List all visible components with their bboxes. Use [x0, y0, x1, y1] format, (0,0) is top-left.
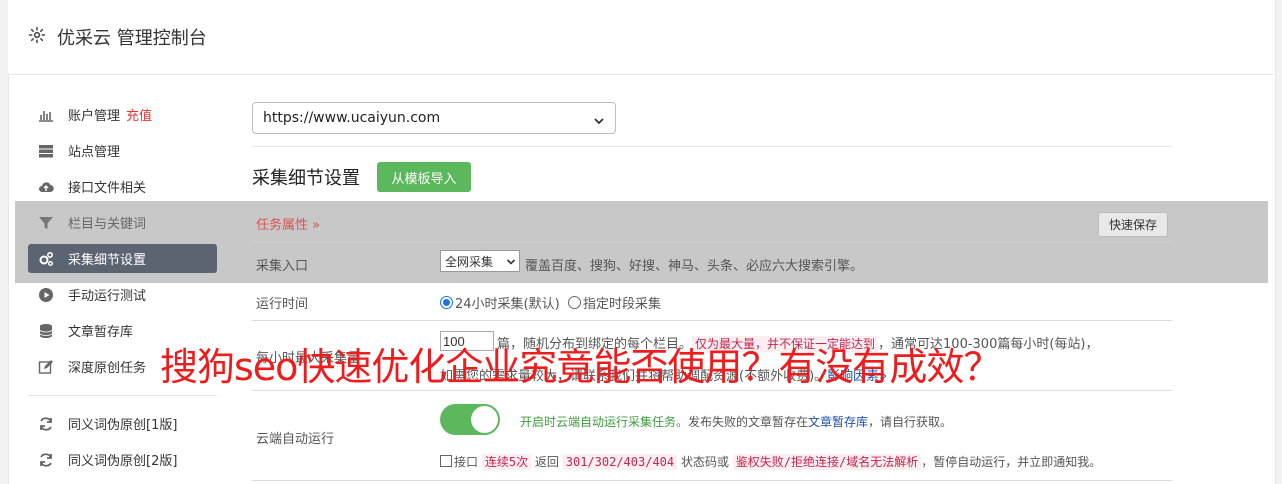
- sidebar-item-columns-keywords[interactable]: 栏目与关键词: [28, 208, 217, 237]
- rule-text: 返回: [534, 455, 559, 469]
- sidebar-item-label: 同义词伪原创[1版]: [68, 418, 178, 433]
- play-circle-icon: [38, 287, 54, 303]
- code-tag: 鉴权失败/拒绝连接/域名无法解析: [732, 454, 922, 470]
- entry-select[interactable]: 全网采集: [440, 250, 520, 272]
- site-select-value: https://www.ucaiyun.com: [263, 110, 441, 126]
- refresh-icon: [38, 452, 54, 468]
- cloud-upload-icon: [38, 179, 54, 195]
- code-tag: 301/302/403/404: [562, 454, 678, 470]
- import-template-button[interactable]: 从模板导入: [377, 162, 471, 192]
- sidebar-item-label: 文章暂存库: [68, 325, 134, 340]
- sidebar-item-interface-files[interactable]: 接口文件相关: [28, 172, 217, 201]
- database-icon: [38, 323, 54, 339]
- toggle-knob: [471, 406, 498, 433]
- entry-label: 采集入口: [256, 259, 309, 274]
- sidebar-item-label: 账户管理: [68, 109, 121, 124]
- sidebar-item-label: 栏目与关键词: [68, 217, 147, 232]
- divider: [252, 146, 1172, 147]
- cloud-on-text-b: 发布失败的文章暂存在: [688, 415, 809, 429]
- page-title: 优采云 管理控制台: [57, 28, 207, 49]
- cloud-on-text: 开启时云端自动运行采集任务。: [520, 415, 689, 429]
- cogs-icon: [38, 251, 54, 267]
- sidebar-item-label: 深度原创任务: [68, 361, 147, 376]
- article-store-link[interactable]: 文章暂存库: [808, 415, 868, 429]
- bar-chart-icon: [38, 107, 54, 123]
- page-header: 优采云 管理控制台: [8, 0, 1274, 75]
- runtime-options: 24小时采集(默认) 指定时段采集: [440, 293, 661, 312]
- interface-checkbox-label: 接口: [454, 455, 479, 469]
- sidebar-item-manual-run[interactable]: 手动运行测试: [28, 280, 217, 309]
- sidebar-item-label: 站点管理: [68, 145, 121, 160]
- section-title: 采集细节设置: [252, 168, 360, 189]
- task-attributes-toggle[interactable]: 任务属性 »: [256, 214, 320, 233]
- site-select[interactable]: https://www.ucaiyun.com: [252, 102, 616, 134]
- interface-checkbox[interactable]: [440, 455, 452, 467]
- chevron-down-icon: [506, 256, 516, 266]
- filter-icon: [38, 215, 54, 231]
- sidebar-item-synonym-v1[interactable]: 同义词伪原创[1版]: [28, 409, 217, 438]
- sidebar-item-account[interactable]: 账户管理 充值: [28, 100, 217, 129]
- sidebar-item-collect-settings[interactable]: 采集细节设置: [28, 244, 217, 273]
- cloud-on-text-c: ，请自行获取。: [868, 415, 953, 429]
- refresh-icon: [38, 416, 54, 432]
- runtime-label: 运行时间: [256, 297, 309, 312]
- code-tag: 连续5次: [481, 454, 532, 470]
- row-divider: [252, 320, 1172, 321]
- rule-tail: ，暂停自动运行，并立即通知我。: [921, 455, 1102, 469]
- entry-description: 覆盖百度、搜狗、好搜、神马、头条、必应六大搜索引擎。: [525, 259, 864, 274]
- cloud-on-description: 开启时云端自动运行采集任务。发布失败的文章暂存在文章暂存库，请自行获取。: [520, 413, 952, 430]
- cloud-label: 云端自动运行: [256, 432, 335, 447]
- chevron-down-icon: [593, 112, 605, 125]
- sidebar-item-label: 采集细节设置: [68, 253, 147, 268]
- sidebar-item-label: 接口文件相关: [68, 181, 147, 196]
- sidebar-divider: [28, 395, 217, 396]
- server-icon: [38, 143, 54, 159]
- runtime-24h-radio[interactable]: [440, 296, 453, 309]
- rule-text: 状态码或: [680, 455, 729, 469]
- overlay-headline: 搜狗seo快速优化企业究竟能否使用？有没有成效？: [160, 345, 1001, 389]
- edit-icon: [38, 359, 54, 375]
- runtime-scheduled-radio[interactable]: [567, 296, 581, 309]
- row-divider: [252, 242, 1172, 243]
- sidebar-item-sites[interactable]: 站点管理: [28, 136, 217, 165]
- entry-select-value: 全网采集: [445, 254, 494, 269]
- sidebar-item-label: 手动运行测试: [68, 289, 147, 304]
- sidebar-item-label: 同义词伪原创[2版]: [68, 454, 178, 469]
- cloud-pause-rule: 接口 连续5次 返回 301/302/403/404 状态码或 鉴权失败/拒绝连…: [440, 453, 1101, 470]
- recharge-link[interactable]: 充值: [126, 105, 152, 124]
- sidebar-item-synonym-v2[interactable]: 同义词伪原创[2版]: [28, 445, 217, 474]
- runtime-scheduled-label: 指定时段采集: [582, 297, 661, 312]
- cloud-auto-run-toggle[interactable]: [440, 404, 500, 435]
- gear-icon: [28, 26, 46, 44]
- row-divider: [252, 480, 1172, 481]
- quick-save-button[interactable]: 快速保存: [1098, 212, 1168, 237]
- runtime-24h-label: 24小时采集(默认): [455, 297, 560, 312]
